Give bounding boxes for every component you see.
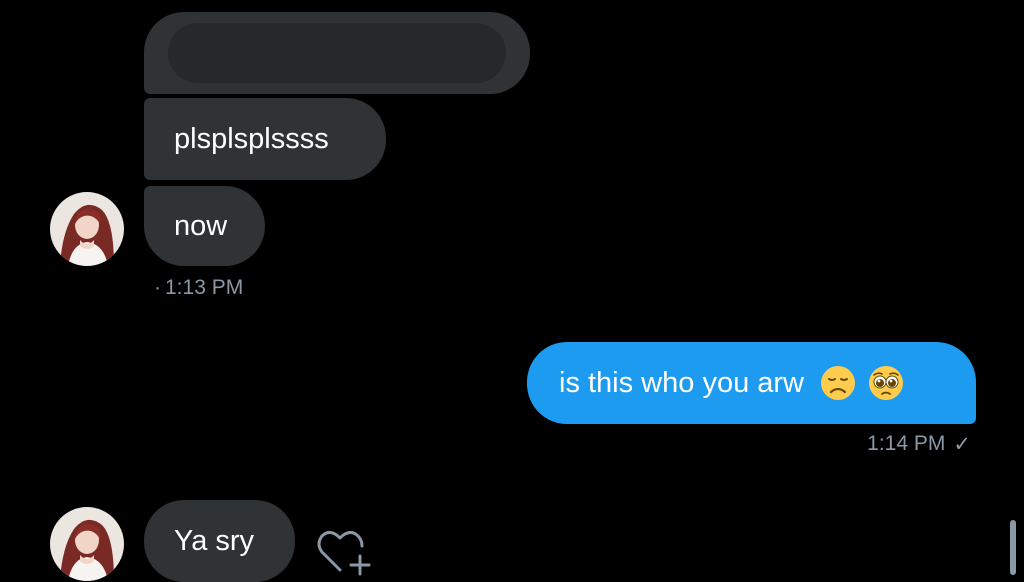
check-icon: ✓: [953, 433, 971, 456]
message-bubble-sent[interactable]: is this who you arw: [527, 342, 976, 424]
timestamp-text: 1:14 PM: [867, 432, 946, 456]
message-text: Ya sry: [174, 524, 255, 557]
message-bubble-received[interactable]: now: [144, 186, 265, 266]
scroll-indicator[interactable]: [1010, 520, 1016, 575]
timestamp-text: 1:13 PM: [165, 276, 244, 299]
message-timestamp: · 1:13 PM: [154, 276, 243, 300]
message-bubble-received[interactable]: plsplsplssss: [144, 98, 386, 180]
avatar[interactable]: [50, 192, 124, 266]
redacted-content: [168, 23, 506, 83]
timestamp-dot: ·: [154, 276, 161, 299]
pleading-face-icon: [869, 366, 903, 400]
message-timestamp: 1:14 PM ✓: [867, 432, 971, 457]
message-bubble-redacted[interactable]: [144, 12, 530, 94]
message-text: now: [174, 209, 228, 242]
avatar-image: [50, 192, 124, 266]
message-text: plsplsplssss: [174, 122, 329, 155]
heart-plus-icon[interactable]: [316, 526, 374, 576]
avatar[interactable]: [50, 507, 124, 581]
avatar-image: [50, 507, 124, 581]
disappointed-face-icon: [821, 366, 855, 400]
message-bubble-received[interactable]: Ya sry: [144, 500, 295, 582]
message-text: is this who you arw: [559, 366, 804, 399]
